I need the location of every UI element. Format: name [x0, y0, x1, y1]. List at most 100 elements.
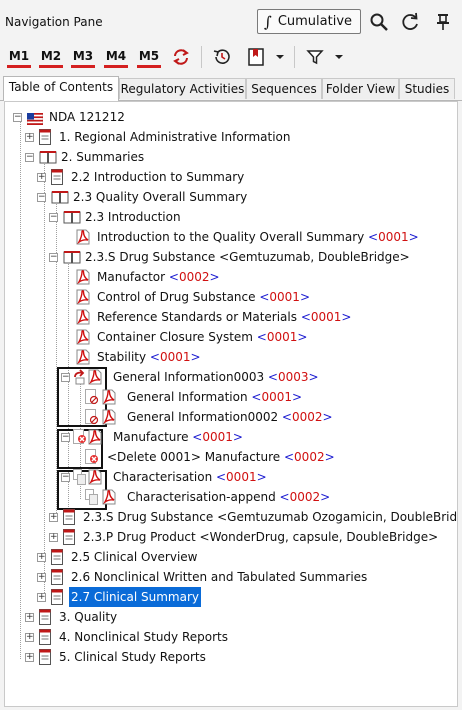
version-number: 0001: [202, 430, 233, 444]
toolbar-divider: [201, 46, 202, 68]
document-icon: [39, 649, 51, 671]
tree-node-label: 2.5 Clinical Overview: [71, 550, 198, 564]
pdf-icon: [101, 389, 117, 411]
tree-node-label: Manufactor <0002>: [97, 270, 220, 284]
toc-tree: − NDA 121212 + 1. Regional Administrativ…: [4, 101, 458, 707]
tree-node-label: 2.3 Introduction: [85, 210, 181, 224]
collapse-icon[interactable]: −: [61, 373, 70, 382]
pdf-icon: [75, 289, 91, 311]
tab-studies[interactable]: Studies: [399, 78, 455, 99]
version-tag: <0001>: [247, 390, 303, 404]
tree-line: [44, 161, 45, 599]
tree-node-label: 2.6 Nonclinical Written and Tabulated Su…: [71, 570, 368, 584]
version-tag: <0003>: [264, 370, 319, 384]
tree-node-label: General Information0002 <0002>: [127, 410, 333, 424]
expand-icon[interactable]: +: [37, 553, 46, 562]
expand-icon[interactable]: +: [37, 173, 46, 182]
collapse-icon[interactable]: −: [25, 153, 34, 162]
version-number: 0003: [277, 370, 309, 384]
module-button-m5[interactable]: M5: [137, 46, 161, 68]
pin-icon[interactable]: [432, 11, 454, 33]
tab-sequences[interactable]: Sequences: [246, 78, 322, 99]
bookmark-icon[interactable]: [245, 46, 267, 68]
expand-icon[interactable]: +: [37, 593, 46, 602]
version-number: 0001: [378, 230, 409, 244]
collapse-icon[interactable]: −: [37, 193, 46, 202]
version-tag: <0001>: [188, 430, 243, 444]
version-number: 0002: [289, 490, 321, 504]
pdf-icon: [75, 269, 91, 291]
delete-icon: [85, 449, 99, 471]
expand-icon[interactable]: +: [25, 633, 34, 642]
tree-node-label: <Delete 0001> Manufacture <0002>: [107, 450, 335, 464]
collapse-icon[interactable]: −: [61, 433, 70, 442]
bookmark-dropdown-icon[interactable]: [273, 46, 287, 68]
expand-icon[interactable]: +: [49, 533, 58, 542]
tree-node-label: NDA 121212: [49, 110, 125, 124]
tab-table-of-contents[interactable]: Table of Contents: [3, 76, 119, 101]
filter-dropdown-icon[interactable]: [332, 46, 346, 68]
expand-icon[interactable]: +: [37, 573, 46, 582]
replace-icon: [73, 369, 87, 391]
obsolete-document-icon: [85, 389, 99, 411]
obsolete-document-icon: [85, 409, 99, 431]
collapse-icon[interactable]: −: [13, 113, 22, 122]
integral-icon: ∫: [264, 12, 272, 31]
expand-icon[interactable]: +: [25, 613, 34, 622]
tree-node-label: 2.3 Quality Overall Summary: [73, 190, 248, 204]
pdf-icon: [87, 429, 103, 451]
version-number: 0002: [294, 450, 325, 464]
cumulative-button[interactable]: ∫ Cumulative: [257, 9, 361, 34]
expand-icon[interactable]: +: [25, 653, 34, 662]
tree-node-label-selected: 2.7 Clinical Summary: [69, 587, 201, 607]
expand-icon[interactable]: +: [25, 133, 34, 142]
module-button-m4[interactable]: M4: [104, 46, 128, 68]
tree-node-label: General Information <0001>: [127, 390, 303, 404]
version-number: 0001: [310, 310, 342, 324]
document-icon: [51, 569, 63, 591]
tree-node-label: Container Closure System <0001>: [97, 330, 308, 344]
version-tag: <0001>: [364, 230, 419, 244]
open-book-icon: [63, 250, 81, 270]
open-book-icon: [51, 190, 69, 210]
tree-node-label: 1. Regional Administrative Information: [59, 130, 291, 144]
tree-node-label: General Information0003 <0003>: [113, 370, 319, 384]
sync-icon[interactable]: [170, 46, 192, 68]
document-icon: [51, 549, 63, 571]
module-button-m2[interactable]: M2: [39, 46, 63, 68]
pane-title: Navigation Pane: [5, 15, 103, 29]
tree-node-label: Manufacture <0001>: [113, 430, 243, 444]
search-icon[interactable]: [368, 11, 390, 33]
version-tag: <0002>: [280, 450, 335, 464]
tree-line: [20, 121, 21, 659]
expand-icon[interactable]: +: [49, 513, 58, 522]
filter-icon[interactable]: [304, 46, 326, 68]
tree-node-label: Characterisation-append <0002>: [127, 490, 331, 504]
tree-node-label: 2.3.S Drug Substance <Gemtuzumab Ozogami…: [83, 510, 458, 524]
module-button-m3[interactable]: M3: [71, 46, 95, 68]
collapse-icon[interactable]: −: [49, 253, 58, 262]
pdf-icon: [87, 369, 103, 391]
refresh-icon[interactable]: [400, 11, 422, 33]
tree-node-label: 4. Nonclinical Study Reports: [59, 630, 228, 644]
document-icon: [63, 509, 75, 531]
tree-node-label: 3. Quality: [59, 610, 118, 624]
tree-node-label: 2.3.P Drug Product <WonderDrug, capsule,…: [83, 530, 439, 544]
toolbar-divider: [294, 46, 295, 68]
version-number: 0001: [261, 390, 292, 404]
append-icon: [73, 469, 87, 491]
pdf-icon: [75, 329, 91, 351]
version-tag: <0002>: [275, 490, 331, 504]
cumulative-label: Cumulative: [277, 14, 353, 29]
tab-regulatory-activities[interactable]: Regulatory Activities: [119, 78, 246, 99]
history-icon[interactable]: [211, 46, 233, 68]
collapse-icon[interactable]: −: [49, 213, 58, 222]
flag-icon: [26, 111, 44, 131]
version-number: 0001: [266, 330, 298, 344]
document-icon: [39, 609, 51, 631]
tree-node-label: 2. Summaries: [61, 150, 145, 164]
collapse-icon[interactable]: −: [61, 473, 70, 482]
tab-folder-view[interactable]: Folder View: [322, 78, 399, 99]
module-button-m1[interactable]: M1: [7, 46, 31, 68]
version-tag: <0002>: [165, 270, 220, 284]
